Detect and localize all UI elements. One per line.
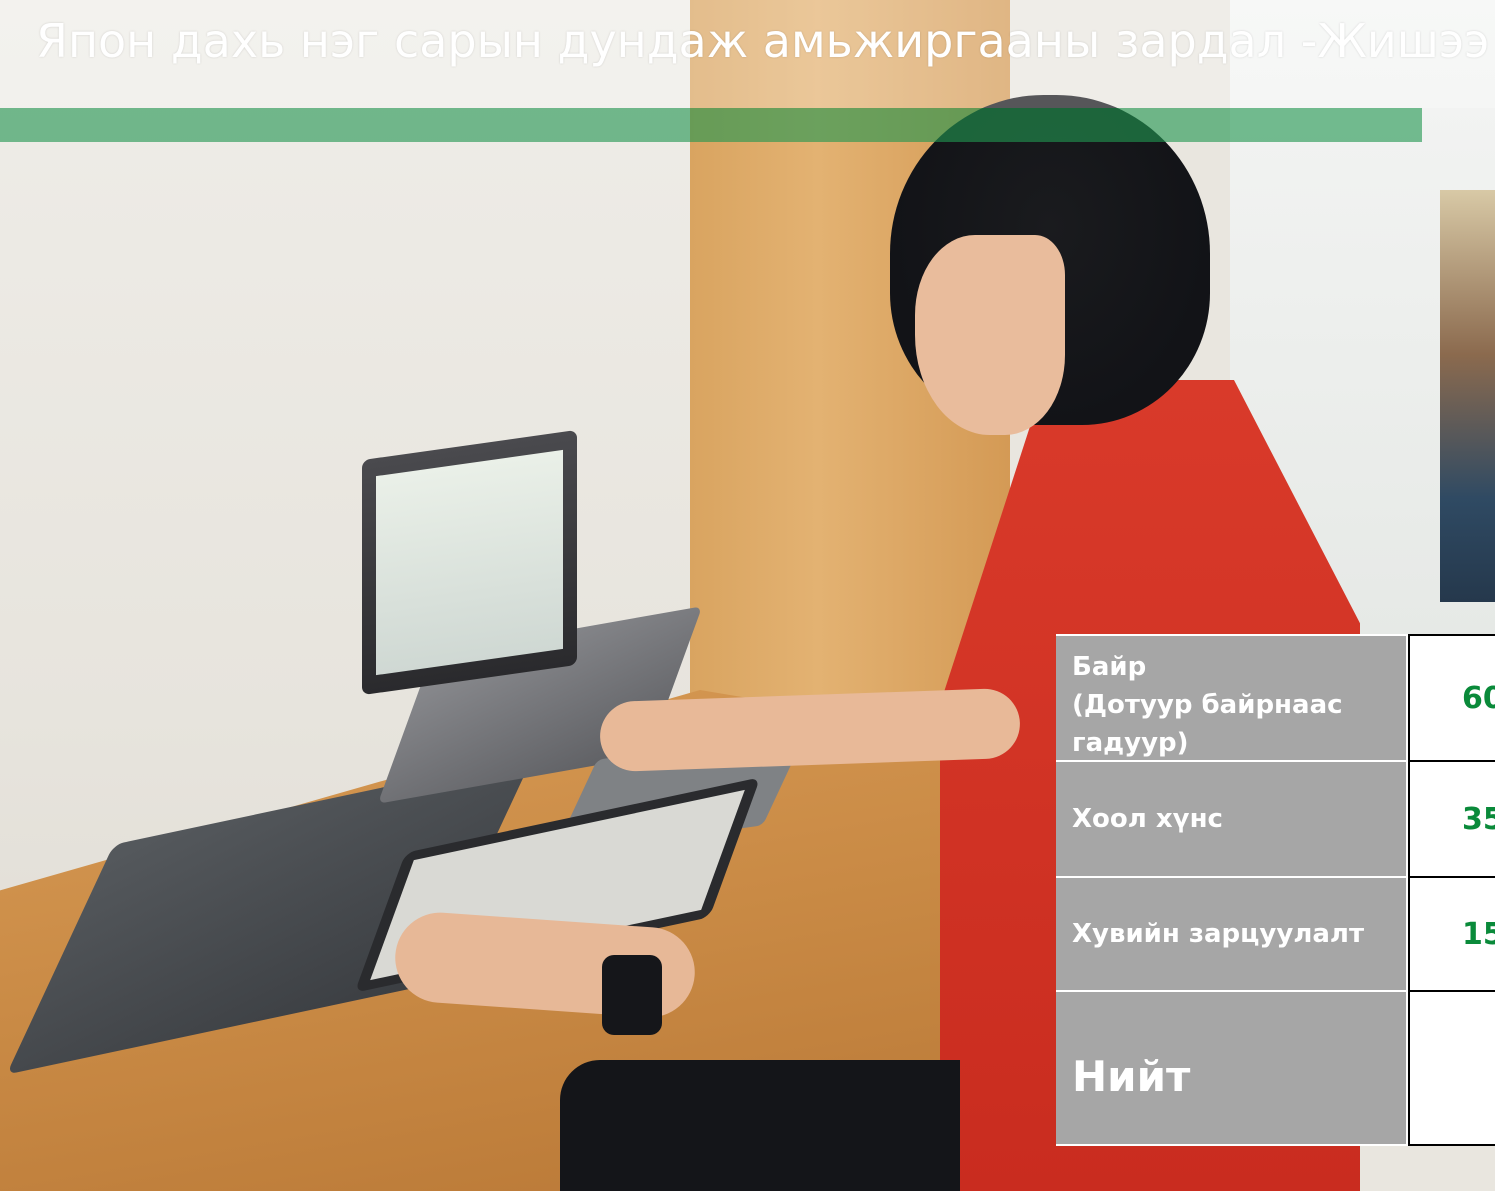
row-value: 60 <box>1408 634 1495 760</box>
total-label: Нийт <box>1056 990 1408 1146</box>
table-row: Хувийн зарцуулалт 15 <box>1056 876 1495 990</box>
person-pants <box>560 1060 960 1191</box>
person-face <box>915 235 1065 435</box>
laptop-screen <box>362 429 577 696</box>
smartwatch <box>602 955 662 1035</box>
row-label: Хувийн зарцуулалт <box>1056 876 1408 990</box>
page-title: Япон дахь нэг сарын дундаж амьжиргааны з… <box>36 14 1490 68</box>
table-row: Хоол хүнс 35 <box>1056 760 1495 876</box>
row-label: Байр (Дотуур байрнаас гадуур) <box>1056 634 1408 760</box>
row-value: 15 <box>1408 876 1495 990</box>
person-arm <box>598 687 1022 773</box>
inset-photo <box>1440 190 1495 602</box>
row-value: 35 <box>1408 760 1495 876</box>
row-label: Хоол хүнс <box>1056 760 1408 876</box>
table-row: Байр (Дотуур байрнаас гадуур) 60 <box>1056 634 1495 760</box>
accent-bar <box>0 108 1422 142</box>
cost-table: Байр (Дотуур байрнаас гадуур) 60 Хоол хү… <box>1056 634 1495 1146</box>
table-row-total: Нийт <box>1056 990 1495 1146</box>
total-value <box>1408 990 1495 1146</box>
